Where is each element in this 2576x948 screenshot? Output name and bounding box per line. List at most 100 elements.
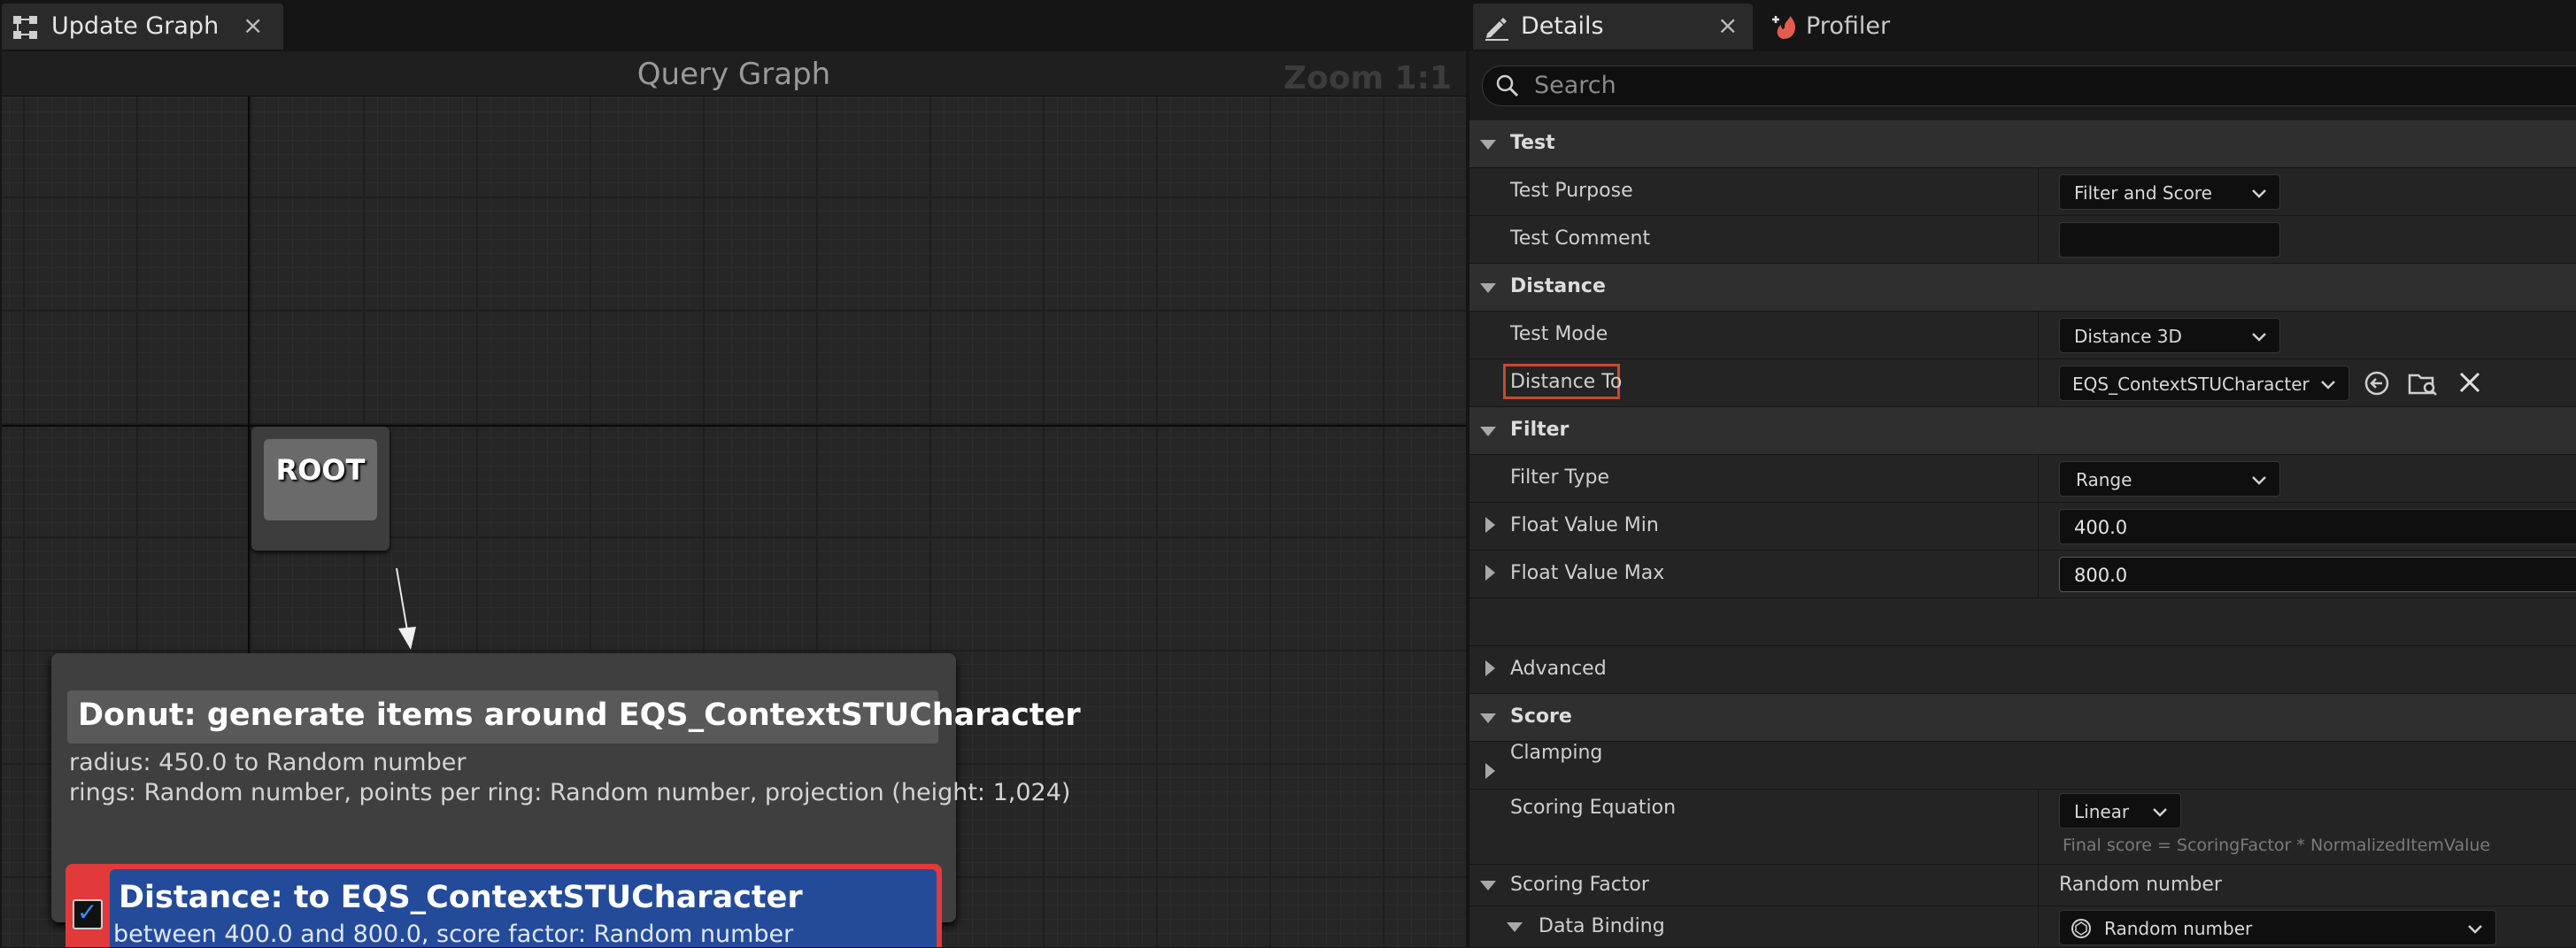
filter-type-label: Filter Type [1510,466,1610,489]
pencil-icon [1484,14,1510,44]
column-divider[interactable] [2038,865,2039,906]
distance-to-dropdown[interactable]: EQS_ContextSTUCharacter [2059,366,2349,401]
test-comment-field[interactable] [2059,222,2280,258]
property-scoring-equation: Scoring Equation Linear Final score = Sc… [1469,790,2576,865]
column-divider[interactable] [2038,455,2039,502]
chevron-down-icon [2467,921,2483,938]
property-advanced[interactable]: Advanced [1469,646,2576,694]
category-test-label: Test [1510,132,1555,154]
tab-profiler-label: Profiler [1806,12,1891,40]
property-float-value-min: Float Value Min 400.0 [1469,503,2576,551]
profiler-flame-icon [1770,12,1801,46]
test-mode-value: Distance 3D [2074,326,2182,347]
use-selected-icon[interactable] [2364,370,2390,400]
category-distance[interactable]: Distance [1469,264,2576,312]
column-divider[interactable] [2038,503,2039,550]
category-filter[interactable]: Filter [1469,407,2576,455]
expand-arrow-icon[interactable] [1480,713,1496,723]
property-clamping[interactable]: Clamping [1469,742,2576,790]
scoring-equation-label: Scoring Equation [1510,797,1677,819]
column-divider[interactable] [2038,312,2039,358]
test-mode-label: Test Mode [1510,323,1608,345]
data-binding-dropdown[interactable]: Random number [2059,910,2496,945]
property-data-binding: Data Binding Random number [1469,906,2576,948]
scoring-equation-dropdown[interactable]: Linear [2059,793,2181,829]
category-filter-label: Filter [1510,419,1570,441]
property-test-comment: Test Comment [1469,216,2576,264]
tab-profiler[interactable]: Profiler [1762,4,1939,50]
float-max-field[interactable]: 800.0 [2059,557,2576,592]
column-divider[interactable] [2038,216,2039,263]
expand-arrow-icon[interactable] [1507,922,1523,932]
property-scoring-factor: Scoring Factor Random number [1469,865,2576,906]
expand-arrow-icon[interactable] [1485,660,1495,676]
expand-arrow-icon[interactable] [1480,140,1496,150]
category-test[interactable]: Test [1469,120,2576,168]
distance-node-title: Distance: to EQS_ContextSTUCharacter [119,880,803,915]
column-divider[interactable] [2038,359,2039,406]
left-tab-bar: Update Graph × [0,0,1469,51]
graph-icon [12,14,39,44]
chevron-down-icon [2152,805,2168,821]
close-icon[interactable]: × [1717,11,1738,40]
details-panel: Details × Profiler Search Test Test Purp… [1469,0,2576,948]
connection-arrow [396,567,416,650]
provider-icon [2071,918,2092,943]
donut-node-rings: rings: Random number, points per ring: R… [69,779,1071,806]
donut-node-radius: radius: 450.0 to Random number [69,749,467,776]
checkmark-icon: ✓ [77,898,98,927]
float-max-value: 800.0 [2074,565,2128,586]
column-divider[interactable] [2038,790,2039,864]
category-score[interactable]: Score [1469,694,2576,742]
tab-update-graph[interactable]: Update Graph × [2,4,283,50]
float-min-field[interactable]: 400.0 [2059,509,2576,544]
chevron-down-icon [2251,329,2267,346]
distance-to-value: EQS_ContextSTUCharacter [2072,374,2310,395]
distance-node-body: Distance: to EQS_ContextSTUCharacter bet… [110,869,937,947]
tab-details[interactable]: Details × [1473,4,1753,50]
expand-arrow-icon[interactable] [1480,283,1496,293]
distance-to-label: Distance To [1510,371,1623,393]
data-binding-value: Random number [2104,918,2253,939]
expand-arrow-icon[interactable] [1485,565,1495,581]
chevron-down-icon [2251,186,2267,203]
property-filter-type: Filter Type Range [1469,455,2576,503]
column-divider[interactable] [2038,906,2039,947]
advanced-label: Advanced [1510,658,1607,680]
expand-arrow-icon[interactable] [1485,763,1495,779]
test-enabled-checkbox[interactable]: ✓ [73,898,103,929]
zoom-label: Zoom 1:1 [1283,60,1452,96]
donut-generator-node[interactable]: Donut: generate items around EQS_Context… [51,653,1081,947]
test-mode-dropdown[interactable]: Distance 3D [2059,318,2280,353]
filter-type-dropdown[interactable]: Range [2059,461,2280,497]
filter-type-value: Range [2076,469,2133,490]
details-search-input[interactable]: Search [1482,66,2576,106]
property-test-mode: Test Mode Distance 3D [1469,312,2576,359]
float-max-label: Float Value Max [1510,562,1665,584]
expand-arrow-icon[interactable] [1485,517,1495,533]
clear-icon[interactable] [2457,370,2482,398]
query-graph-canvas[interactable]: Query Graph Zoom 1:1 ROOT Donut: generat… [2,51,1466,947]
test-purpose-value: Filter and Score [2074,182,2212,204]
float-min-value: 400.0 [2074,517,2128,538]
distance-node-description: between 400.0 and 800.0, score factor: R… [113,921,794,947]
chevron-down-icon [2320,377,2336,394]
column-divider[interactable] [2038,168,2039,215]
data-binding-label: Data Binding [1539,915,1665,937]
donut-node-title: Donut: generate items around EQS_Context… [78,698,1081,733]
close-icon[interactable]: × [243,11,263,40]
property-distance-to: Distance To EQS_ContextSTUCharacter [1469,359,2576,407]
property-test-purpose: Test Purpose Filter and Score [1469,168,2576,216]
clamping-label: Clamping [1510,742,1603,764]
scoring-factor-label: Scoring Factor [1510,874,1649,896]
expand-arrow-icon[interactable] [1480,881,1496,890]
column-divider[interactable] [2038,551,2039,597]
scoring-factor-value: Random number [2059,874,2222,896]
tab-details-label: Details [1521,12,1604,40]
browse-folder-icon[interactable] [2408,370,2438,400]
distance-test-node[interactable]: ✓ Distance: to EQS_ContextSTUCharacter b… [66,864,942,947]
test-purpose-dropdown[interactable]: Filter and Score [2059,174,2280,210]
category-score-label: Score [1510,705,1572,728]
expand-arrow-icon[interactable] [1480,427,1496,436]
test-comment-label: Test Comment [1510,227,1651,250]
